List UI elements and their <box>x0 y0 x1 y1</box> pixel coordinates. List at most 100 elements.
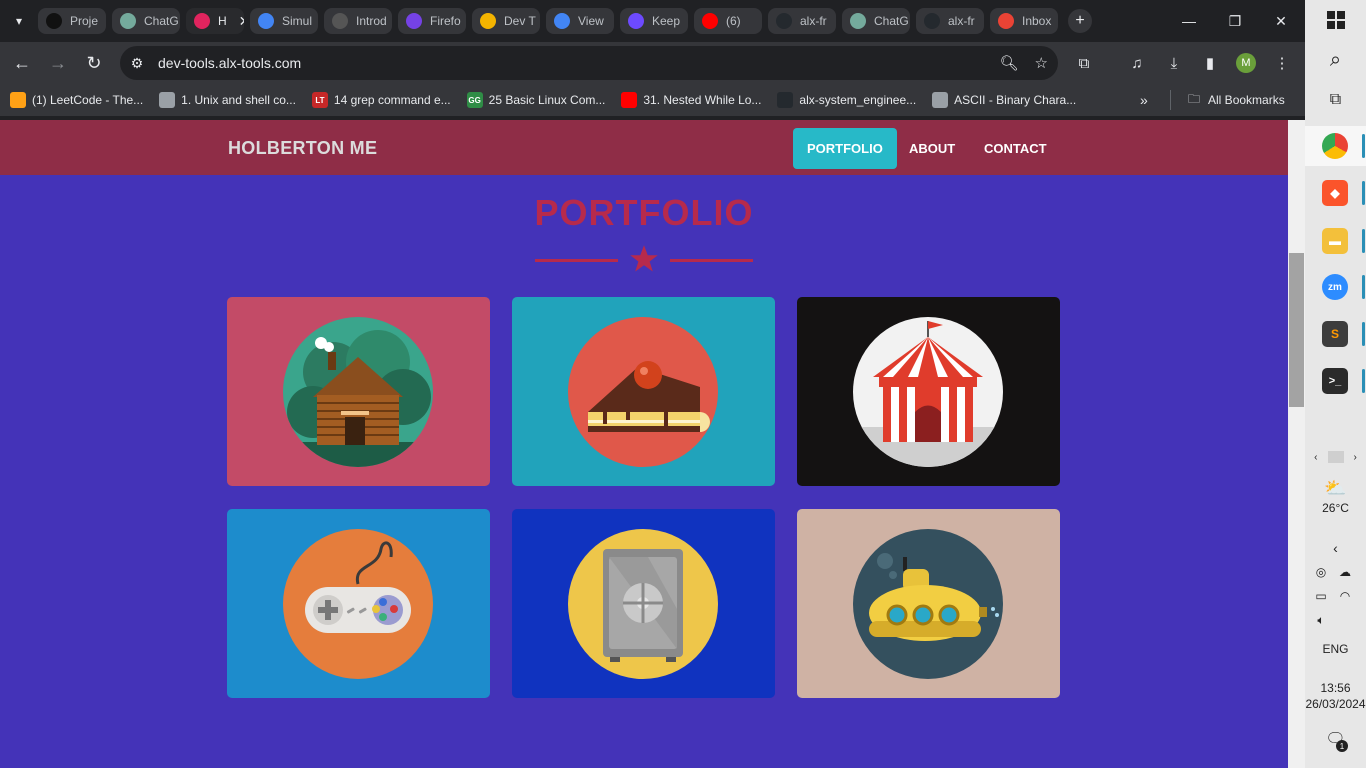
windows-start-icon[interactable] <box>1305 8 1366 32</box>
bookmark-label: 25 Basic Linux Com... <box>488 93 606 107</box>
search-icon[interactable]: ⌕ <box>1305 48 1366 72</box>
tray-chevron-icon[interactable]: ‹ <box>1305 540 1366 556</box>
holberton-icon <box>194 13 210 29</box>
page-icon <box>332 13 348 29</box>
tab-title: Firefo <box>430 14 461 28</box>
browser-tab[interactable]: View <box>546 8 614 34</box>
bookmark-item[interactable]: 31. Nested While Lo... <box>621 92 761 108</box>
browser-tab[interactable]: (6) <box>694 8 762 34</box>
browser-tab[interactable]: alx-fr <box>916 8 984 34</box>
browser-tab[interactable]: alx-fr <box>768 8 836 34</box>
browser-tab[interactable]: Dev T <box>472 8 540 34</box>
page-scrollbar[interactable] <box>1288 120 1305 768</box>
portfolio-card-safe[interactable] <box>512 509 775 698</box>
onedrive-icon[interactable]: ☁ <box>1336 563 1354 581</box>
portfolio-card-cabin[interactable] <box>227 297 490 486</box>
scrollbar-thumb[interactable] <box>1289 253 1304 407</box>
clock-time[interactable]: 13:56 <box>1305 681 1366 695</box>
tab-title: Dev T <box>504 14 536 28</box>
brave-icon[interactable]: ◆ <box>1322 180 1348 206</box>
more-bookmarks-chevron-icon[interactable]: » <box>1140 84 1148 116</box>
zoom-icon[interactable]: 🔍︎ <box>1000 54 1019 72</box>
back-button[interactable]: ← <box>4 45 40 81</box>
taskbar-scroll-control[interactable]: ‹ › <box>1305 449 1366 465</box>
safe-icon <box>568 529 718 679</box>
portfolio-card-cake[interactable] <box>512 297 775 486</box>
tab-title: (6) <box>726 14 741 28</box>
bookmark-star-icon[interactable]: ☆ <box>1035 54 1048 72</box>
reload-button[interactable]: ↻ <box>76 45 112 81</box>
url-text[interactable]: dev-tools.alx-tools.com <box>158 55 301 71</box>
chatgpt-icon <box>850 13 866 29</box>
profile-avatar[interactable]: M <box>1236 53 1256 73</box>
browser-tab[interactable]: ChatG <box>112 8 180 34</box>
address-bar[interactable]: ⚙ dev-tools.alx-tools.com 🔍︎ ☆ <box>120 46 1058 80</box>
nav-link-contact[interactable]: CONTACT <box>970 128 1061 169</box>
page-viewport: HOLBERTON ME PORTFOLIO ABOUT CONTACT POR… <box>0 120 1288 768</box>
cake-icon <box>568 317 718 467</box>
portfolio-card-circus[interactable] <box>797 297 1060 486</box>
bookmarks-bar: (1) LeetCode - The... 1. Unix and shell c… <box>0 84 1305 116</box>
browser-tab[interactable]: Firefo <box>398 8 466 34</box>
browser-tab[interactable]: Inbox <box>990 8 1058 34</box>
bookmark-item[interactable]: 1. Unix and shell co... <box>159 92 296 108</box>
weather-icon[interactable]: ⛅ <box>1305 476 1366 500</box>
browser-tab[interactable]: Proje <box>38 8 106 34</box>
nav-link-portfolio[interactable]: PORTFOLIO <box>793 128 897 169</box>
side-panel-icon[interactable]: ▮ <box>1197 50 1223 76</box>
battery-icon[interactable]: ▭ <box>1312 587 1330 605</box>
tab-title: View <box>578 14 604 28</box>
divider-line-right <box>670 259 753 262</box>
scroll-right-icon[interactable]: › <box>1354 452 1357 463</box>
scroll-thumb-small[interactable] <box>1327 451 1344 463</box>
chrome-icon <box>1322 133 1348 159</box>
bookmark-item[interactable]: GG 25 Basic Linux Com... <box>466 92 606 108</box>
new-tab-button[interactable]: + <box>1068 9 1092 33</box>
portfolio-card-game-controller[interactable] <box>227 509 490 698</box>
youtube-icon <box>621 92 638 108</box>
nav-link-about[interactable]: ABOUT <box>895 128 969 169</box>
tab-search-chevron-icon[interactable]: ▾ <box>0 0 38 42</box>
language-indicator[interactable]: ENG <box>1305 642 1366 656</box>
leetcode-icon <box>10 92 26 108</box>
close-window-button[interactable]: ✕ <box>1258 0 1304 42</box>
site-brand[interactable]: HOLBERTON ME <box>228 138 377 159</box>
forward-button[interactable]: → <box>40 45 76 81</box>
proton-icon <box>628 13 644 29</box>
maximize-button[interactable]: ❐ <box>1212 0 1258 42</box>
task-view-icon[interactable]: ⧉ <box>1305 88 1366 112</box>
browser-tab[interactable]: ChatG <box>842 8 910 34</box>
tab-title: Simul <box>282 14 313 28</box>
menu-kebab-icon[interactable]: ⋮ <box>1269 50 1295 76</box>
meet-now-icon[interactable]: ◎ <box>1312 563 1330 581</box>
bookmark-item[interactable]: LT 14 grep command e... <box>311 92 451 108</box>
media-controls-icon[interactable]: ♫ <box>1124 50 1150 76</box>
browser-tab[interactable]: Simul <box>250 8 318 34</box>
browser-tab[interactable]: H✕ <box>186 8 244 34</box>
browser-tab[interactable]: Introd <box>324 8 392 34</box>
minimize-button[interactable]: — <box>1166 0 1212 42</box>
site-info-icon[interactable]: ⚙ <box>120 55 154 72</box>
volume-icon[interactable]: 🔈︎ <box>1312 611 1330 629</box>
scroll-left-icon[interactable]: ‹ <box>1314 452 1317 463</box>
running-indicator <box>1362 369 1365 393</box>
extensions-icon[interactable]: ⧉ <box>1071 50 1097 76</box>
bookmark-item[interactable]: alx-system_enginee... <box>777 92 916 108</box>
tab-title: Keep <box>652 14 681 28</box>
bookmark-item[interactable]: (1) LeetCode - The... <box>10 92 143 108</box>
weather-temperature[interactable]: 26°C <box>1305 501 1366 515</box>
wifi-icon[interactable]: ◠ <box>1336 587 1354 605</box>
zoom-app-icon[interactable]: zm <box>1322 274 1348 300</box>
clock-date[interactable]: 26/03/2024 <box>1305 697 1366 711</box>
sublime-text-icon[interactable]: S <box>1322 321 1348 347</box>
downloads-icon[interactable]: ⤓ <box>1161 50 1187 76</box>
bookmark-item[interactable]: ASCII - Binary Chara... <box>932 92 1076 108</box>
terminal-icon[interactable]: >_ <box>1322 368 1348 394</box>
portfolio-card-submarine[interactable] <box>797 509 1060 698</box>
github-icon <box>776 13 792 29</box>
file-explorer-icon[interactable]: ▬ <box>1322 228 1348 254</box>
youtube-icon <box>702 13 718 29</box>
browser-tab[interactable]: Keep <box>620 8 688 34</box>
close-tab-icon[interactable]: ✕ <box>239 13 244 30</box>
all-bookmarks-button[interactable]: 🗀 All Bookmarks <box>1188 84 1285 116</box>
